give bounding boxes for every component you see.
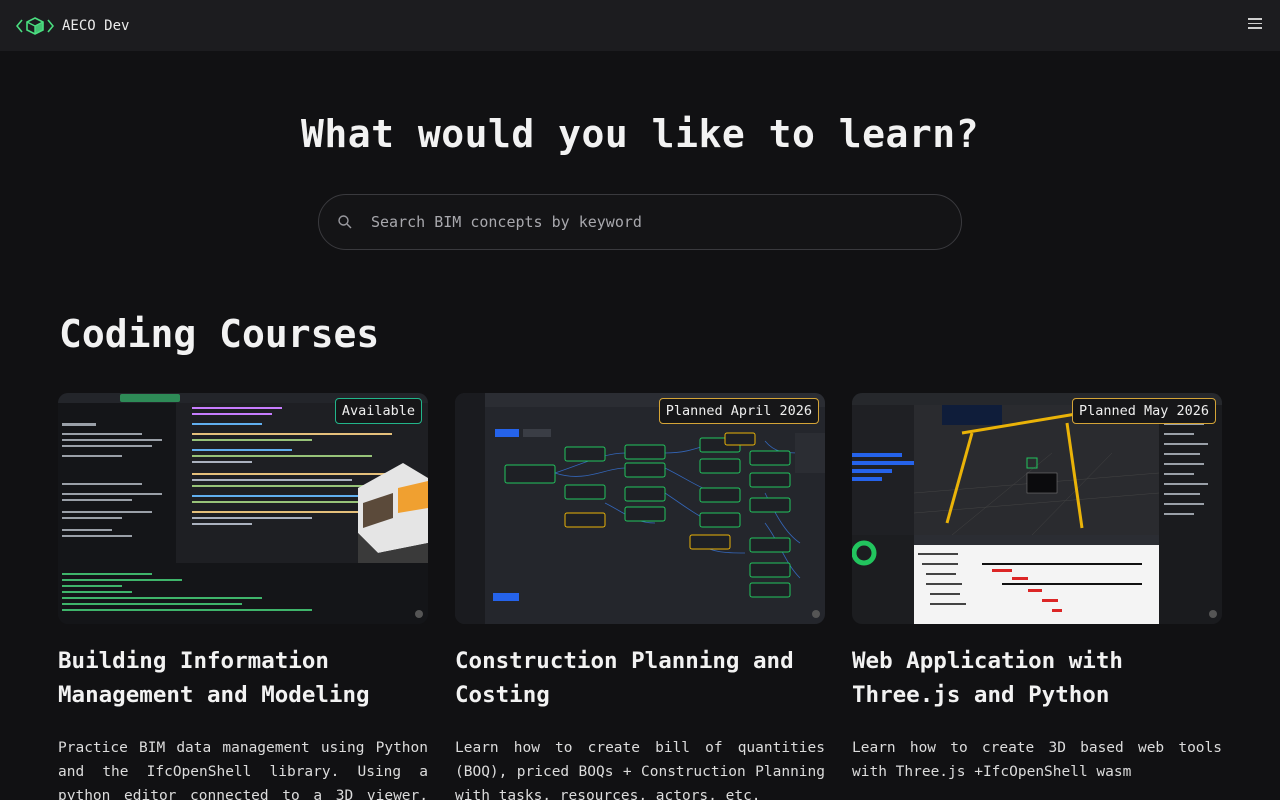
brand-logo-link[interactable]: AECO Dev: [16, 16, 130, 35]
course-title[interactable]: Web Application with Three.js and Python: [852, 644, 1222, 712]
course-description: Practice BIM data management using Pytho…: [58, 740, 428, 800]
3d-viewer-screenshot: [852, 393, 1222, 624]
course-title[interactable]: Building Information Management and Mode…: [58, 644, 428, 712]
section-title: Coding Courses: [59, 312, 380, 356]
top-navbar: AECO Dev: [0, 0, 1280, 51]
course-card-planning[interactable]: Planned April 2026 Construction Planning…: [455, 393, 825, 800]
carousel-dot[interactable]: [1209, 610, 1217, 618]
course-card-bim[interactable]: Available Building Information Managemen…: [58, 393, 428, 800]
carousel-dot[interactable]: [812, 610, 820, 618]
search-bar[interactable]: [318, 194, 962, 250]
brand-name: AECO Dev: [62, 17, 130, 34]
course-description: Learn how to create 3D based web tools w…: [852, 740, 1222, 780]
hamburger-menu-icon[interactable]: [1248, 18, 1262, 32]
code-editor-screenshot: [58, 393, 428, 624]
course-thumbnail[interactable]: Planned May 2026: [852, 393, 1222, 624]
status-badge: Planned May 2026: [1071, 398, 1216, 424]
course-thumbnail[interactable]: Planned April 2026: [455, 393, 825, 624]
code-cube-icon: [16, 16, 54, 35]
course-description: Learn how to create bill of quantities (…: [455, 740, 825, 800]
search-icon: [338, 215, 352, 229]
status-badge: Available: [334, 398, 422, 424]
hero-title: What would you like to learn?: [301, 112, 979, 156]
carousel-dot[interactable]: [415, 610, 423, 618]
course-thumbnail[interactable]: Available: [58, 393, 428, 624]
course-title[interactable]: Construction Planning and Costing: [455, 644, 825, 712]
node-graph-screenshot: [455, 393, 825, 624]
status-badge: Planned April 2026: [658, 398, 819, 424]
course-card-webapp[interactable]: Planned May 2026 Web Application with Th…: [852, 393, 1222, 784]
search-input[interactable]: [371, 213, 911, 231]
